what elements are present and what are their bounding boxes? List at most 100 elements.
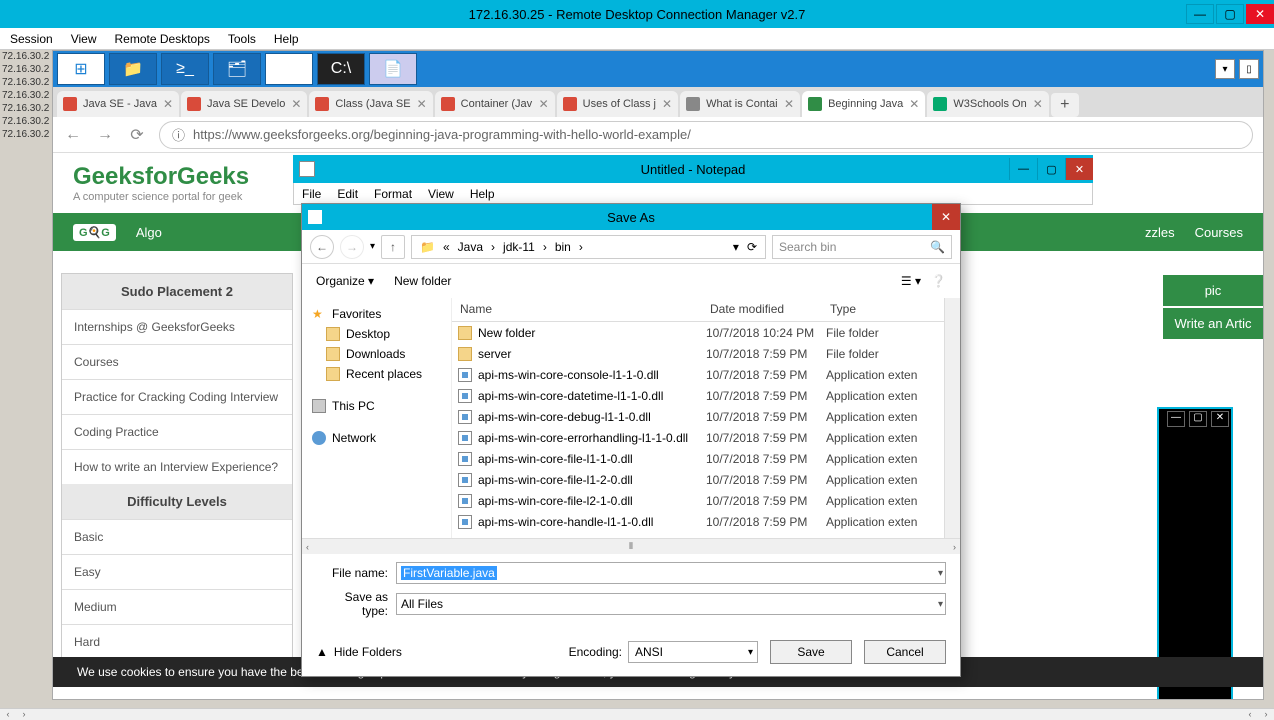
browser-tab[interactable]: Java SE Develo✕: [181, 91, 307, 117]
server-item[interactable]: 72.16.30.2: [0, 115, 50, 128]
file-row[interactable]: api-ms-win-core-debug-l1-1-0.dll10/7/201…: [452, 406, 960, 427]
cmd-close-icon[interactable]: ✕: [1211, 411, 1229, 427]
menu-remote-desktops[interactable]: Remote Desktops: [115, 32, 210, 46]
file-row[interactable]: api-ms-win-core-file-l1-2-0.dll10/7/2018…: [452, 469, 960, 490]
search-input[interactable]: Search bin 🔍: [772, 235, 952, 259]
notepad-minimize-button[interactable]: —: [1009, 158, 1037, 180]
menu-tools[interactable]: Tools: [228, 32, 256, 46]
sidebar-item[interactable]: Practice for Cracking Coding Interview: [62, 379, 292, 414]
browser-tab[interactable]: Uses of Class j✕: [557, 91, 678, 117]
file-row[interactable]: api-ms-win-core-file-l1-1-0.dll10/7/2018…: [452, 448, 960, 469]
maximize-button[interactable]: ▢: [1216, 4, 1244, 24]
path-segment[interactable]: bin: [553, 240, 573, 254]
sidebar-item[interactable]: Internships @ GeeksforGeeks: [62, 309, 292, 344]
cmd-window[interactable]: — ▢ ✕: [1157, 407, 1233, 699]
vertical-scrollbar[interactable]: [944, 298, 960, 538]
browser-tab[interactable]: Class (Java SE✕: [309, 91, 432, 117]
dropdown-icon[interactable]: ▾: [748, 647, 753, 658]
savetype-select[interactable]: All Files ▾: [396, 593, 946, 615]
minimize-button[interactable]: —: [1186, 4, 1214, 24]
server-item[interactable]: 72.16.30.2: [0, 89, 50, 102]
reload-button[interactable]: ⟳: [127, 125, 147, 145]
back-button[interactable]: ←: [63, 125, 83, 145]
server-item[interactable]: 72.16.30.2: [0, 76, 50, 89]
tree-favorites[interactable]: ★Favorites: [306, 304, 447, 324]
browser-tab[interactable]: Java SE - Java✕: [57, 91, 179, 117]
path-dropdown-icon[interactable]: ▾: [731, 240, 741, 254]
tab-close-icon[interactable]: ✕: [539, 97, 549, 111]
notepad-window[interactable]: Untitled - Notepad — ▢ ✕ File Edit Forma…: [293, 155, 1093, 195]
cancel-button[interactable]: Cancel: [864, 640, 946, 664]
horizontal-scrollbar[interactable]: ‹⦀›: [302, 538, 960, 554]
server-item[interactable]: 72.16.30.2: [0, 128, 50, 141]
sidebar-item[interactable]: Hard: [62, 624, 292, 659]
menu-view[interactable]: View: [428, 187, 454, 201]
tree-network[interactable]: Network: [306, 428, 447, 448]
help-icon[interactable]: ❔: [931, 274, 946, 288]
tab-close-icon[interactable]: ✕: [163, 97, 173, 111]
new-folder-button[interactable]: New folder: [394, 274, 451, 288]
nav-algo[interactable]: Algo: [136, 225, 162, 240]
menu-help[interactable]: Help: [274, 32, 299, 46]
taskbar-folder-icon[interactable]: 🗂: [213, 53, 261, 85]
col-type-header[interactable]: Type: [822, 298, 922, 321]
encoding-select[interactable]: ANSI ▾: [628, 641, 758, 663]
save-button[interactable]: Save: [770, 640, 852, 664]
gfg-nav-logo-icon[interactable]: G🍳G: [73, 224, 116, 241]
save-as-titlebar[interactable]: Save As ✕: [302, 204, 960, 230]
server-item[interactable]: 72.16.30.2: [0, 102, 50, 115]
nav-forward-button[interactable]: →: [340, 235, 364, 259]
notepad-maximize-button[interactable]: ▢: [1037, 158, 1065, 180]
taskbar-show-desktop[interactable]: ▯: [1239, 59, 1259, 79]
menu-format[interactable]: Format: [374, 187, 412, 201]
rdcman-titlebar[interactable]: 172.16.30.25 - Remote Desktop Connection…: [0, 0, 1274, 28]
start-button[interactable]: ⊞: [57, 53, 105, 85]
taskbar-cmd-icon[interactable]: C:\: [317, 53, 365, 85]
file-row[interactable]: api-ms-win-core-errorhandling-l1-1-0.dll…: [452, 427, 960, 448]
view-button[interactable]: ☰ ▾: [901, 274, 921, 288]
sidebar-item[interactable]: Medium: [62, 589, 292, 624]
close-button[interactable]: ✕: [1246, 4, 1274, 24]
tree-desktop[interactable]: Desktop: [306, 324, 447, 344]
path-segment[interactable]: jdk-11: [501, 240, 537, 254]
notepad-titlebar[interactable]: Untitled - Notepad — ▢ ✕: [293, 155, 1093, 183]
dialog-close-button[interactable]: ✕: [932, 204, 960, 230]
file-row[interactable]: server10/7/2018 7:59 PMFile folder: [452, 343, 960, 364]
file-row[interactable]: api-ms-win-core-handle-l1-1-0.dll10/7/20…: [452, 511, 960, 532]
info-icon[interactable]: ⓘ: [172, 125, 185, 144]
col-date-header[interactable]: Date modified: [702, 298, 822, 321]
cmd-minimize-icon[interactable]: —: [1167, 411, 1185, 427]
tab-close-icon[interactable]: ✕: [291, 97, 301, 111]
hide-folders-button[interactable]: ▲ Hide Folders: [316, 645, 402, 659]
write-article-button[interactable]: Write an Artic: [1163, 308, 1263, 339]
browser-tab[interactable]: Container (Jav✕: [435, 91, 555, 117]
notepad-close-button[interactable]: ✕: [1065, 158, 1093, 180]
menu-file[interactable]: File: [302, 187, 321, 201]
taskbar-tray-icon[interactable]: ▾: [1215, 59, 1235, 79]
file-row[interactable]: api-ms-win-core-datetime-l1-1-0.dll10/7/…: [452, 385, 960, 406]
sidebar-item[interactable]: Easy: [62, 554, 292, 589]
col-name-header[interactable]: Name: [452, 298, 702, 321]
dropdown-icon[interactable]: ▾: [938, 568, 943, 579]
forward-button[interactable]: →: [95, 125, 115, 145]
refresh-icon[interactable]: ⟳: [745, 240, 759, 254]
address-bar[interactable]: ⓘ https://www.geeksforgeeks.org/beginnin…: [159, 121, 1253, 149]
cmd-maximize-icon[interactable]: ▢: [1189, 411, 1207, 427]
dropdown-icon[interactable]: ▾: [938, 599, 943, 610]
nav-dropdown-icon[interactable]: ▾: [370, 241, 375, 252]
sidebar-item[interactable]: Basic: [62, 519, 292, 554]
tree-thispc[interactable]: This PC: [306, 396, 447, 416]
sidebar-item[interactable]: Courses: [62, 344, 292, 379]
tab-close-icon[interactable]: ✕: [909, 97, 919, 111]
nav-item[interactable]: zzles: [1145, 225, 1175, 240]
menu-session[interactable]: Session: [10, 32, 53, 46]
sidebar-item[interactable]: How to write an Interview Experience?: [62, 449, 292, 484]
menu-edit[interactable]: Edit: [337, 187, 358, 201]
search-icon[interactable]: 🔍: [930, 240, 945, 254]
organize-button[interactable]: Organize ▾: [316, 274, 374, 288]
menu-help[interactable]: Help: [470, 187, 495, 201]
taskbar-chrome-icon[interactable]: ◉: [265, 53, 313, 85]
nav-up-button[interactable]: ↑: [381, 235, 405, 259]
file-row[interactable]: api-ms-win-core-file-l2-1-0.dll10/7/2018…: [452, 490, 960, 511]
taskbar-explorer-icon[interactable]: 📁: [109, 53, 157, 85]
